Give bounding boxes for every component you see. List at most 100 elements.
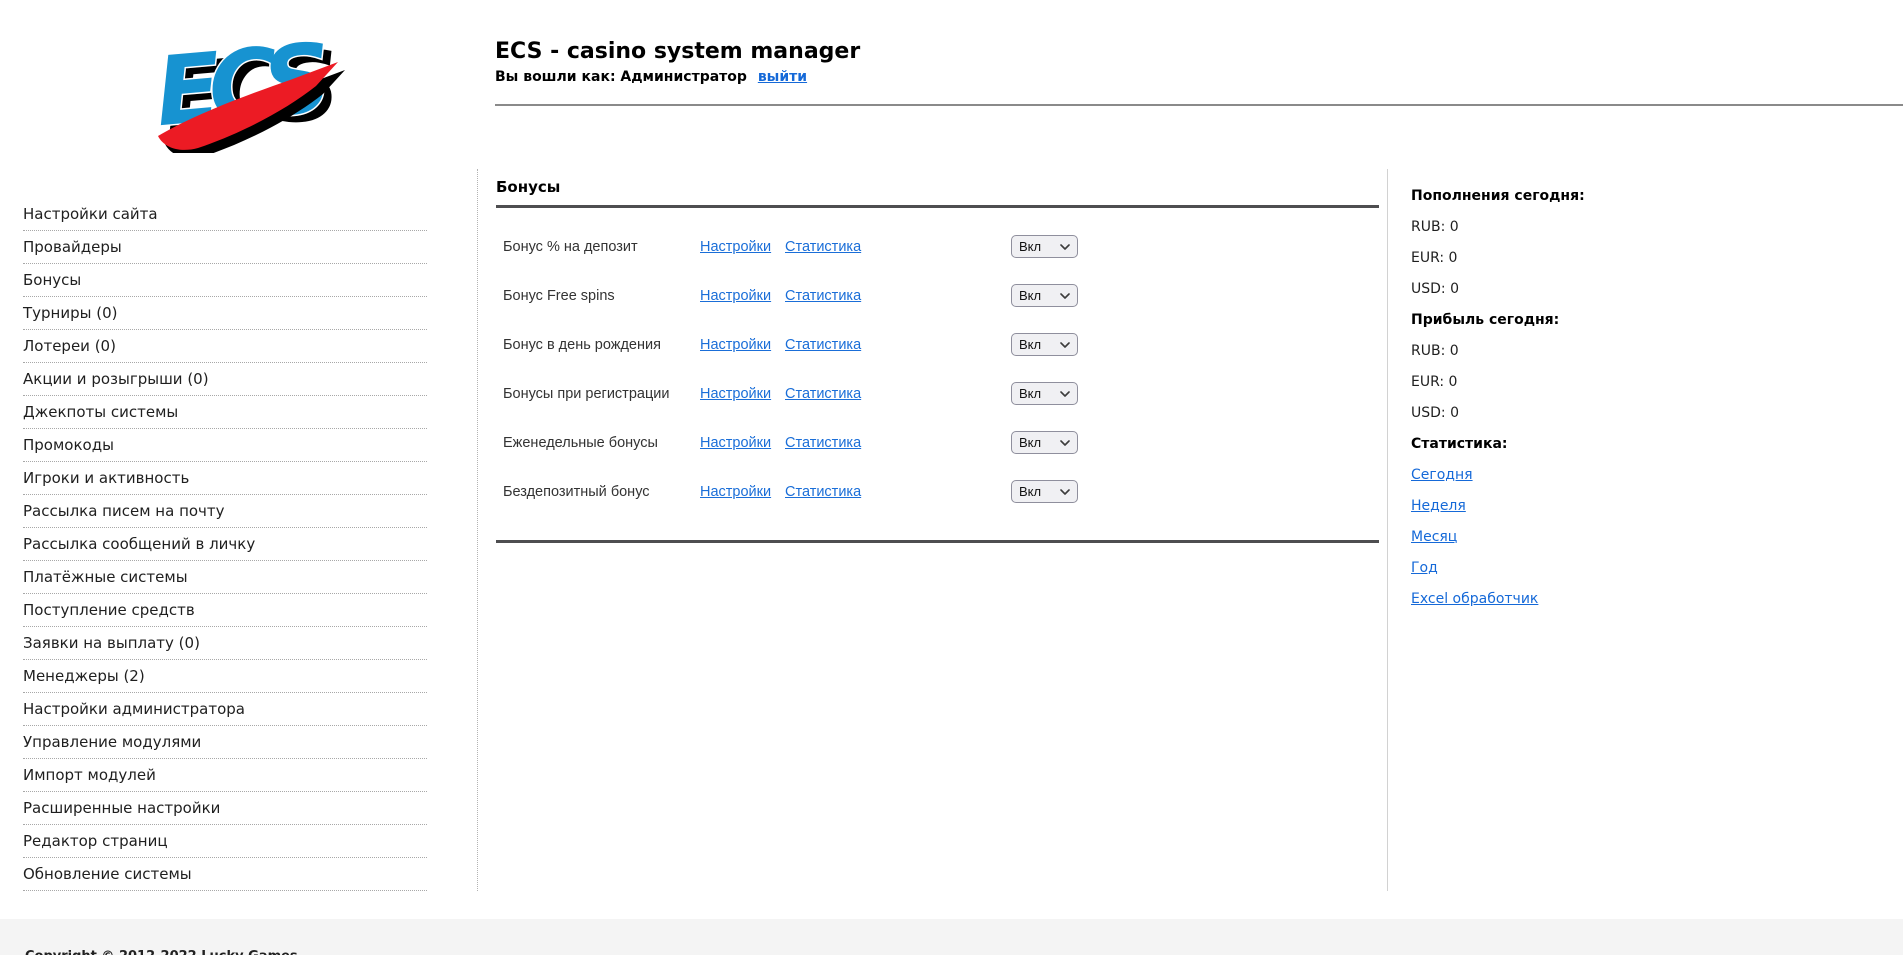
sidebar-item-label: Промокоды — [23, 436, 114, 454]
chevron-down-icon — [1060, 489, 1070, 495]
sidebar-nav: Настройки сайта Провайдеры Бонусы Турнир… — [0, 169, 477, 891]
sidebar-item-payment-systems[interactable]: Платёжные системы — [23, 561, 427, 594]
bonus-stats-link[interactable]: Статистика — [785, 288, 861, 304]
profit-eur: EUR: 0 — [1411, 367, 1893, 398]
sidebar-item-promocodes[interactable]: Промокоды — [23, 429, 427, 462]
stats-link-today[interactable]: Сегодня — [1411, 467, 1473, 483]
bonus-row-weekly: Еженедельные бонусы Настройки Статистика… — [496, 418, 1379, 467]
sidebar-item-label: Обновление системы — [23, 865, 192, 883]
statistics-title: Статистика: — [1411, 429, 1893, 460]
bonus-label: Бонусы при регистрации — [503, 386, 700, 402]
select-value: Вкл — [1019, 239, 1041, 254]
sidebar-item-page-editor[interactable]: Редактор страниц — [23, 825, 427, 858]
bonus-row-no-deposit: Бездепозитный бонус Настройки Статистика… — [496, 467, 1379, 516]
sidebar-item-label: Управление модулями — [23, 733, 201, 751]
sidebar-item-advanced-settings[interactable]: Расширенные настройки — [23, 792, 427, 825]
bonus-label: Бонус в день рождения — [503, 337, 700, 353]
ecs-logo: ECS ECS — [140, 18, 345, 153]
stats-link-excel[interactable]: Excel обработчик — [1411, 591, 1538, 607]
sidebar-item-label: Импорт модулей — [23, 766, 156, 784]
bonus-state-select[interactable]: Вкл — [1011, 333, 1078, 356]
bonus-settings-link[interactable]: Настройки — [700, 288, 771, 304]
sidebar-item-module-management[interactable]: Управление модулями — [23, 726, 427, 759]
ecs-logo-image: ECS ECS — [140, 18, 345, 153]
sidebar-item-label: Менеджеры (2) — [23, 667, 145, 685]
sidebar-item-tournaments[interactable]: Турниры (0) — [23, 297, 427, 330]
sidebar-item-label: Заявки на выплату (0) — [23, 634, 200, 652]
bonus-label: Бонус Free spins — [503, 288, 700, 304]
bonus-settings-link[interactable]: Настройки — [700, 239, 771, 255]
bonus-stats-link[interactable]: Статистика — [785, 337, 861, 353]
sidebar-item-managers[interactable]: Менеджеры (2) — [23, 660, 427, 693]
sidebar-item-label: Провайдеры — [23, 238, 122, 256]
deposits-eur: EUR: 0 — [1411, 243, 1893, 274]
bonus-state-select[interactable]: Вкл — [1011, 480, 1078, 503]
sidebar-item-promotions[interactable]: Акции и розыгрыши (0) — [23, 363, 427, 396]
bonus-state-select[interactable]: Вкл — [1011, 431, 1078, 454]
stats-link-week[interactable]: Неделя — [1411, 498, 1466, 514]
profit-usd: USD: 0 — [1411, 398, 1893, 429]
title-block: ECS - casino system manager Вы вошли как… — [345, 0, 1903, 106]
sidebar-item-label: Лотереи (0) — [23, 337, 116, 355]
bonus-settings-link[interactable]: Настройки — [700, 484, 771, 500]
bonuses-panel: Бонусы Бонус % на депозит Настройки Стат… — [477, 169, 1388, 891]
sidebar-item-jackpots[interactable]: Джекпоты системы — [23, 396, 427, 429]
sidebar-item-email-mailing[interactable]: Рассылка писем на почту — [23, 495, 427, 528]
chevron-down-icon — [1060, 293, 1070, 299]
sidebar-item-site-settings[interactable]: Настройки сайта — [23, 198, 427, 231]
sidebar-item-label: Редактор страниц — [23, 832, 168, 850]
content: Настройки сайта Провайдеры Бонусы Турнир… — [0, 169, 1903, 891]
sidebar-item-label: Акции и розыгрыши (0) — [23, 370, 209, 388]
select-value: Вкл — [1019, 435, 1041, 450]
page-title: ECS - casino system manager — [495, 38, 1903, 66]
profit-rub: RUB: 0 — [1411, 336, 1893, 367]
select-value: Вкл — [1019, 337, 1041, 352]
profit-today-title: Прибыль сегодня: — [1411, 305, 1893, 336]
bonus-stats-link[interactable]: Статистика — [785, 435, 861, 451]
login-status: Вы вошли как: Администратор выйти — [495, 67, 1903, 87]
logout-link[interactable]: выйти — [758, 69, 807, 85]
sidebar-item-players-activity[interactable]: Игроки и активность — [23, 462, 427, 495]
bonus-row-free-spins: Бонус Free spins Настройки Статистика Вк… — [496, 271, 1379, 320]
panel-bottom-rule — [496, 540, 1379, 543]
sidebar-item-label: Настройки сайта — [23, 205, 158, 223]
chevron-down-icon — [1060, 244, 1070, 250]
bonus-row-registration: Бонусы при регистрации Настройки Статист… — [496, 369, 1379, 418]
sidebar-item-module-import[interactable]: Импорт модулей — [23, 759, 427, 792]
bonus-label: Еженедельные бонусы — [503, 435, 700, 451]
sidebar-item-providers[interactable]: Провайдеры — [23, 231, 427, 264]
bonus-stats-link[interactable]: Статистика — [785, 239, 861, 255]
sidebar-item-lotteries[interactable]: Лотереи (0) — [23, 330, 427, 363]
panel-top-rule — [496, 205, 1379, 208]
copyright-text: Copyright © 2012-2022 Lucky Games — [25, 949, 1903, 955]
sidebar-item-admin-settings[interactable]: Настройки администратора — [23, 693, 427, 726]
bonus-stats-link[interactable]: Статистика — [785, 484, 861, 500]
bonus-state-select[interactable]: Вкл — [1011, 382, 1078, 405]
stats-link-year[interactable]: Год — [1411, 560, 1438, 576]
bonus-label: Бездепозитный бонус — [503, 484, 700, 500]
sidebar-item-incoming-funds[interactable]: Поступление средств — [23, 594, 427, 627]
bonus-state-select[interactable]: Вкл — [1011, 235, 1078, 258]
select-value: Вкл — [1019, 484, 1041, 499]
bonus-row-deposit-percent: Бонус % на депозит Настройки Статистика … — [496, 222, 1379, 271]
sidebar-item-pm-mailing[interactable]: Рассылка сообщений в личку — [23, 528, 427, 561]
bonus-state-select[interactable]: Вкл — [1011, 284, 1078, 307]
header: ECS ECS ECS - casino system manager Вы в… — [0, 0, 1903, 153]
sidebar-item-label: Рассылка писем на почту — [23, 502, 225, 520]
stats-link-month[interactable]: Месяц — [1411, 529, 1457, 545]
select-value: Вкл — [1019, 288, 1041, 303]
bonus-stats-link[interactable]: Статистика — [785, 386, 861, 402]
sidebar-item-label: Игроки и активность — [23, 469, 189, 487]
bonus-settings-link[interactable]: Настройки — [700, 435, 771, 451]
sidebar-item-payout-requests[interactable]: Заявки на выплату (0) — [23, 627, 427, 660]
footer: Copyright © 2012-2022 Lucky Games — [0, 919, 1903, 955]
sidebar-item-label: Рассылка сообщений в личку — [23, 535, 255, 553]
sidebar-item-bonuses[interactable]: Бонусы — [23, 264, 427, 297]
bonus-settings-link[interactable]: Настройки — [700, 337, 771, 353]
select-value: Вкл — [1019, 386, 1041, 401]
chevron-down-icon — [1060, 440, 1070, 446]
bonus-settings-link[interactable]: Настройки — [700, 386, 771, 402]
stats-sidebar: Пополнения сегодня: RUB: 0 EUR: 0 USD: 0… — [1388, 169, 1903, 891]
sidebar-item-system-update[interactable]: Обновление системы — [23, 858, 427, 891]
header-divider — [495, 104, 1903, 106]
